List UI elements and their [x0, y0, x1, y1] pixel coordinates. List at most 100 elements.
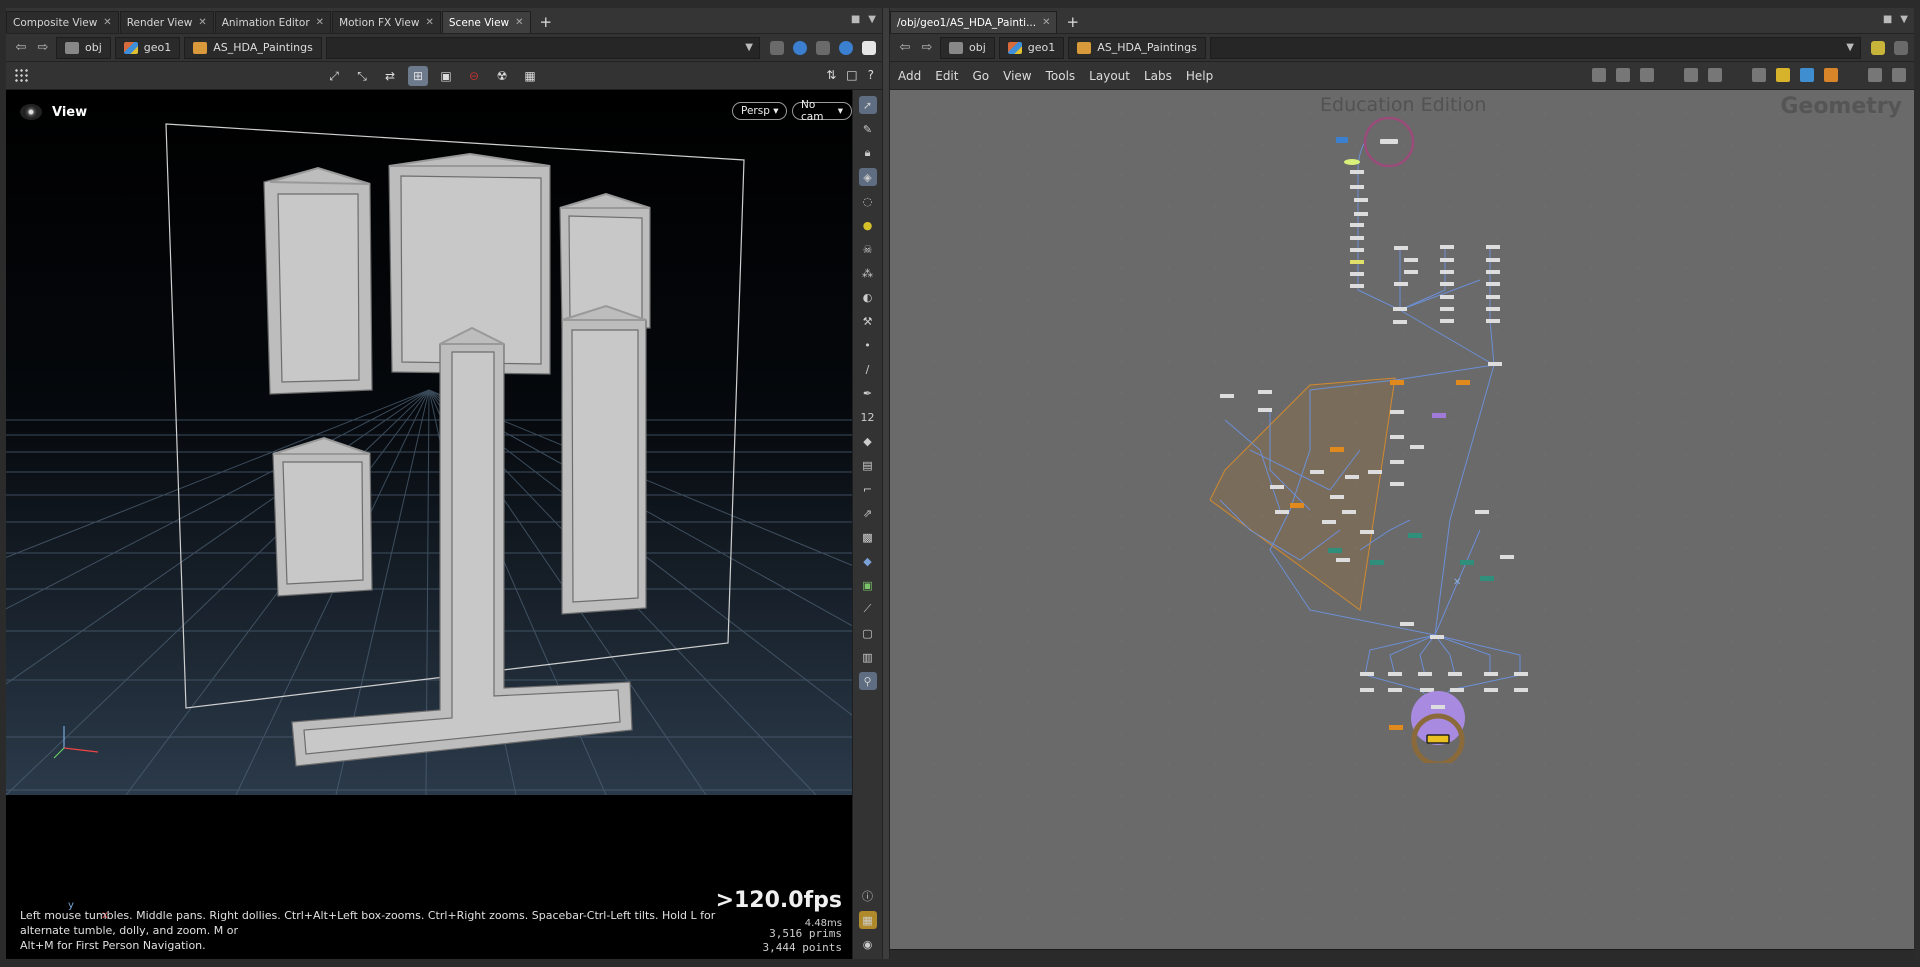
pen-icon[interactable]: ✒: [859, 384, 877, 402]
menu-go[interactable]: Go: [972, 69, 989, 83]
grid-list-icon[interactable]: [1708, 68, 1722, 82]
pane-menu-icon[interactable]: ▼: [1900, 14, 1908, 25]
light-icon[interactable]: ●: [859, 216, 877, 234]
close-icon[interactable]: ✕: [515, 17, 523, 28]
corner-icon[interactable]: ⌐: [859, 480, 877, 498]
back-arrow-icon[interactable]: ⇦: [12, 40, 30, 55]
menu-labs[interactable]: Labs: [1144, 69, 1172, 83]
list-icon[interactable]: [1640, 68, 1654, 82]
bucket-icon[interactable]: ◆: [859, 432, 877, 450]
breadcrumb-obj[interactable]: obj: [56, 36, 111, 59]
menu-layout[interactable]: Layout: [1089, 69, 1130, 83]
note-icon[interactable]: [1776, 68, 1790, 82]
render-region-icon[interactable]: ▣: [436, 66, 456, 86]
wrench-icon[interactable]: [1592, 68, 1606, 82]
path-dropdown[interactable]: ▼: [325, 36, 760, 59]
close-icon[interactable]: ✕: [198, 17, 206, 28]
picture-icon[interactable]: [1800, 68, 1814, 82]
display-icon[interactable]: ◈: [858, 168, 877, 186]
ghost-icon[interactable]: ◌: [859, 192, 877, 210]
diamond-icon[interactable]: ◆: [859, 552, 877, 570]
add-tab-button[interactable]: +: [1058, 11, 1087, 33]
pane-menu-icon[interactable]: ▼: [868, 14, 876, 25]
tab-composite-view[interactable]: Composite View ✕: [6, 11, 119, 33]
menu-edit[interactable]: Edit: [935, 69, 958, 83]
path-dropdown[interactable]: ▼: [1209, 36, 1861, 59]
checker-icon[interactable]: ▩: [859, 528, 877, 546]
tab-scene-view[interactable]: Scene View ✕: [441, 11, 531, 33]
back-arrow-icon[interactable]: ⇦: [896, 40, 914, 55]
tab-motion-fx-view[interactable]: Motion FX View ✕: [332, 11, 441, 33]
numbers-icon[interactable]: 12: [859, 408, 877, 426]
search-icon[interactable]: [1868, 68, 1882, 82]
add-tab-button[interactable]: +: [532, 11, 561, 33]
tab-network[interactable]: /obj/geo1/AS_HDA_Painti... ✕: [890, 11, 1058, 33]
3d-viewport[interactable]: View Persp ▾ No cam ▾ y x >120.0fps 4.48…: [6, 90, 852, 959]
select-tool-icon[interactable]: ➚: [858, 96, 877, 114]
close-icon[interactable]: ✕: [103, 17, 111, 28]
camera-icon[interactable]: ☢: [492, 66, 512, 86]
brush-icon[interactable]: ✎: [859, 120, 877, 138]
maximize-icon[interactable]: ■: [851, 14, 860, 25]
info-icon[interactable]: ⓘ: [859, 887, 877, 905]
square-icon[interactable]: [1894, 40, 1908, 55]
menu-tools[interactable]: Tools: [1046, 69, 1076, 83]
grid-icon[interactable]: [1684, 68, 1698, 82]
display-options-icon[interactable]: ▦: [520, 66, 540, 86]
breadcrumb-hda[interactable]: AS_HDA_Paintings: [1068, 36, 1206, 59]
snap-grid-icon[interactable]: ⤡: [352, 66, 372, 86]
breadcrumb-geo1[interactable]: geo1: [114, 36, 181, 59]
close-icon[interactable]: ✕: [425, 17, 433, 28]
dot-icon[interactable]: •: [859, 336, 877, 354]
film-icon[interactable]: ▣: [859, 576, 877, 594]
close-icon[interactable]: ✕: [1042, 17, 1050, 28]
camera-icon[interactable]: [1892, 68, 1906, 82]
menu-help[interactable]: Help: [1186, 69, 1213, 83]
close-icon[interactable]: ✕: [316, 17, 324, 28]
skull-icon[interactable]: ☠: [859, 240, 877, 258]
tree-icon[interactable]: [1616, 68, 1630, 82]
grid-icon[interactable]: ▦: [858, 911, 877, 929]
pin-icon[interactable]: [770, 40, 784, 55]
camera-menu[interactable]: No cam ▾: [792, 99, 852, 123]
pin-icon[interactable]: [1871, 40, 1885, 55]
layout-icon[interactable]: ⇅: [826, 68, 836, 82]
menu-add[interactable]: Add: [898, 69, 921, 83]
grid-menu-icon[interactable]: [14, 67, 30, 84]
square-icon[interactable]: [862, 40, 876, 55]
layers-icon[interactable]: [816, 40, 830, 55]
breadcrumb-geo1[interactable]: geo1: [998, 36, 1065, 59]
stamp-icon[interactable]: ▤: [859, 456, 877, 474]
network-canvas[interactable]: Education Edition Geometry ✕: [890, 90, 1914, 959]
sphere-icon[interactable]: [839, 40, 853, 55]
wrench-icon[interactable]: ⚒: [859, 312, 877, 330]
persp-menu[interactable]: Persp ▾: [732, 102, 788, 120]
lock-icon[interactable]: 🔒︎: [859, 144, 877, 162]
snap-point-icon[interactable]: ⇄: [380, 66, 400, 86]
image-icon[interactable]: [1752, 68, 1766, 82]
eye-icon[interactable]: ◉: [859, 935, 877, 953]
square-icon[interactable]: □: [846, 68, 857, 82]
measure-icon[interactable]: ⟋: [859, 600, 877, 618]
tab-animation-editor[interactable]: Animation Editor ✕: [214, 11, 332, 33]
box-icon[interactable]: ▢: [859, 624, 877, 642]
help-icon[interactable]: ?: [868, 68, 874, 82]
forward-arrow-icon[interactable]: ⇨: [918, 40, 936, 55]
pane-divider[interactable]: [882, 8, 890, 959]
link-icon[interactable]: [793, 40, 807, 55]
line-icon[interactable]: ∕: [859, 360, 877, 378]
breadcrumb-hda[interactable]: AS_HDA_Paintings: [184, 36, 322, 59]
asset-icon[interactable]: [1824, 68, 1838, 82]
location-icon[interactable]: ⚲: [858, 672, 877, 690]
vector-icon[interactable]: ⇗: [859, 504, 877, 522]
particles-icon[interactable]: ⁂: [859, 264, 877, 282]
breadcrumb-obj[interactable]: obj: [940, 36, 995, 59]
horizontal-scrollbar[interactable]: [890, 949, 1914, 959]
select-mode-icon[interactable]: ⊞: [408, 66, 428, 86]
tab-render-view[interactable]: Render View ✕: [119, 11, 214, 33]
snap-icon[interactable]: ⤢: [324, 66, 344, 86]
menu-view[interactable]: View: [1003, 69, 1031, 83]
disabled-icon[interactable]: ⊖: [464, 66, 484, 86]
forward-arrow-icon[interactable]: ⇨: [34, 40, 52, 55]
snapshot-icon[interactable]: ▥: [859, 648, 877, 666]
